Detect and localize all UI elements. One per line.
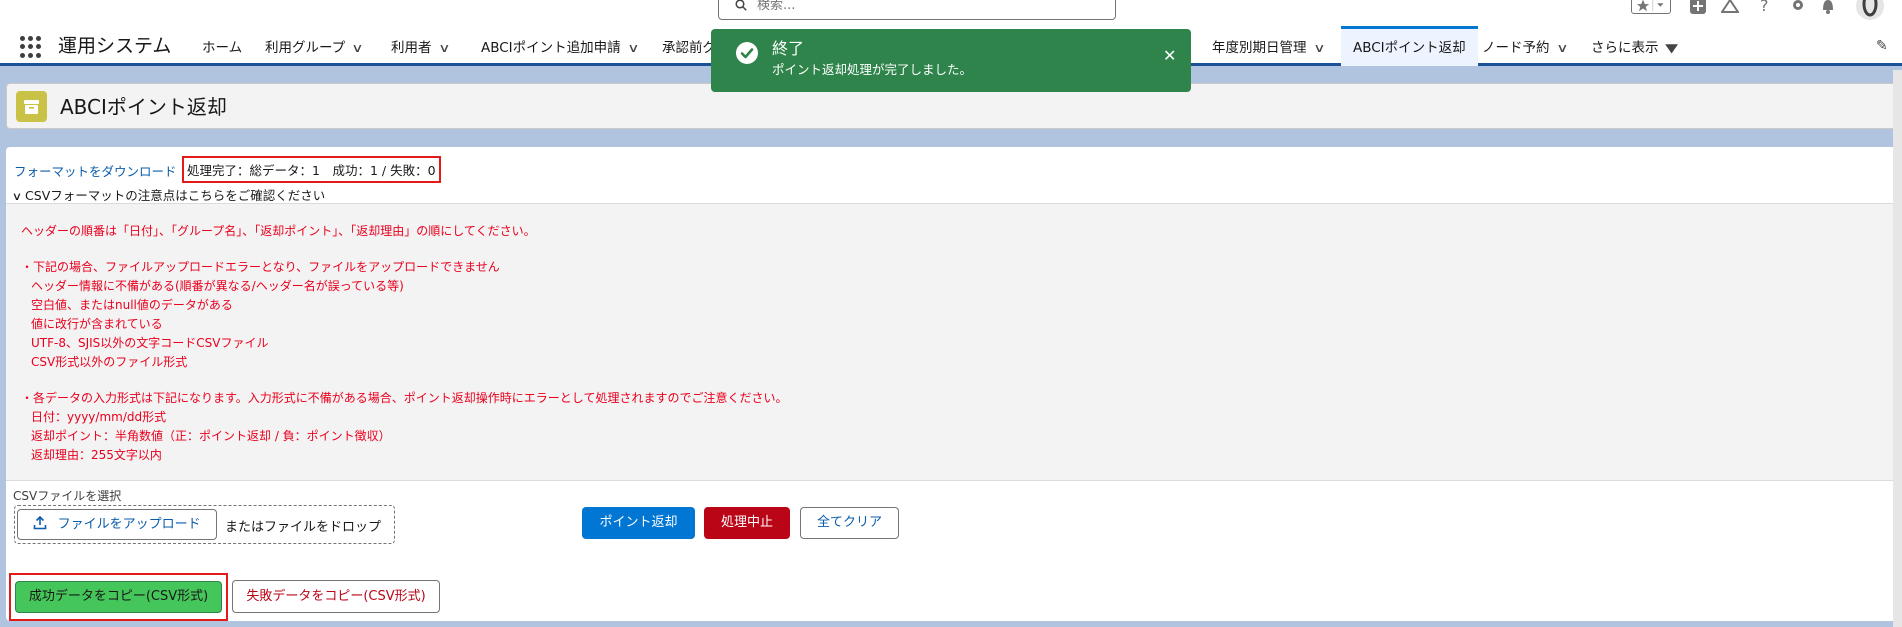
tab-label: 利用グループ (265, 40, 346, 56)
copy-success-data-button[interactable]: 成功データをコピー(CSV形式) (15, 581, 222, 613)
format-item: 返却ポイント：半角数値（正：ポイント返却 / 負：ポイント徴収） (31, 429, 391, 443)
close-icon[interactable]: ✕ (1163, 47, 1176, 65)
format-item: 返却理由：255文字以内 (31, 448, 162, 462)
toast-message: ポイント返却処理が完了しました。 (772, 62, 973, 77)
app-launcher-icon[interactable] (20, 36, 42, 58)
tab-home[interactable]: ホーム (202, 26, 242, 66)
tab-label: 承認前グ (662, 40, 716, 56)
tab-node-reservation[interactable]: ノード予約 ∨ (1482, 26, 1568, 66)
chevron-down-icon[interactable]: ∨ (438, 26, 450, 70)
gear-icon[interactable] (1790, 0, 1806, 16)
tab-label: ABCIポイント追加申請 (481, 40, 621, 56)
status-row: フォーマットをダウンロード (14, 158, 177, 184)
record-type-icon (16, 91, 47, 122)
chevron-down-icon[interactable]: ∨ (1556, 26, 1568, 70)
trailhead-icon[interactable] (1721, 0, 1739, 16)
upload-error-item: UTF-8、SJIS以外の文字コードCSVファイル (31, 336, 269, 350)
notification-bell-icon[interactable] (1820, 0, 1836, 16)
upload-error-item: ヘッダー情報に不備がある(順番が異なる/ヘッダー名が誤っている等) (31, 279, 404, 293)
upload-error-item: CSV形式以外のファイル形式 (31, 355, 188, 369)
process-result-status: 処理完了：総データ：1 成功：1 / 失敗：0 (182, 156, 441, 183)
file-dropzone[interactable]: ファイルをアップロード またはファイルをドロップ (14, 505, 395, 544)
edit-nav-icon[interactable]: ✎ (1876, 38, 1888, 54)
copy-failure-data-button[interactable]: 失敗データをコピー(CSV形式) (232, 580, 440, 613)
tab-label: ABCIポイント返却 (1353, 40, 1466, 56)
format-item: 日付：yyyy/mm/dd形式 (31, 410, 167, 424)
tab-label: ホーム (202, 40, 243, 56)
chevron-down-icon[interactable]: ∨ (627, 26, 639, 70)
success-toast: 終了 ポイント返却処理が完了しました。 ✕ (711, 29, 1191, 92)
chevron-down-icon[interactable]: ∨ (1313, 26, 1325, 70)
search-placeholder: 検索... (757, 0, 796, 13)
app-name: 運用システム (58, 35, 172, 57)
return-points-button[interactable]: ポイント返却 (582, 507, 695, 539)
tab-pre-approval[interactable]: 承認前グ (662, 26, 716, 66)
tab-label: ノード予約 (1482, 40, 1550, 56)
upload-error-title: ・下記の場合、ファイルアップロードエラーとなり、ファイルをアップロードできません (21, 260, 500, 274)
drop-file-text: またはファイルをドロップ (225, 520, 382, 535)
clear-all-button[interactable]: 全てクリア (800, 507, 899, 539)
download-format-link[interactable]: フォーマットをダウンロード (14, 164, 177, 179)
tab-more[interactable]: さらに表示 ▼ (1591, 26, 1678, 66)
add-icon[interactable] (1690, 0, 1706, 16)
favorites-star-icon[interactable] (1631, 0, 1671, 14)
upload-error-item: 値に改行が含まれている (31, 317, 163, 331)
header-order-note: ヘッダーの順番は「日付」、「グループ名」、「返却ポイント」、「返却理由」の順にし… (21, 224, 536, 238)
tab-label: 利用者 (391, 40, 432, 56)
tab-fiscal-deadline[interactable]: 年度別期日管理 ∨ (1212, 26, 1325, 66)
tab-label: 年度別期日管理 (1212, 40, 1307, 56)
csv-notes-toggle-label: CSVフォーマットの注意点はこちらをご確認ください (25, 188, 326, 203)
caret-down-icon[interactable]: ▼ (1665, 26, 1678, 70)
upload-error-item: 空白値、またはnull値のデータがある (31, 298, 233, 312)
upload-file-button[interactable]: ファイルをアップロード (17, 509, 217, 540)
tab-label: さらに表示 (1591, 40, 1659, 56)
global-search-input[interactable]: 検索... (718, 0, 1116, 20)
toast-title: 終了 (772, 39, 805, 58)
tab-user-groups[interactable]: 利用グループ ∨ (265, 26, 364, 66)
file-upload-label: CSVファイルを選択 (13, 489, 122, 503)
upload-file-button-label: ファイルをアップロード (57, 517, 201, 532)
chevron-down-icon[interactable]: ∨ (351, 26, 363, 70)
abort-process-button[interactable]: 処理中止 (704, 507, 790, 539)
upload-icon (34, 515, 47, 530)
tab-abci-point-add-request[interactable]: ABCIポイント追加申請 ∨ (481, 26, 639, 66)
page-title: ABCIポイント返却 (60, 95, 227, 119)
page-scrollbar[interactable] (1893, 70, 1902, 627)
tab-abci-point-return[interactable]: ABCIポイント返却 (1341, 26, 1478, 66)
format-title: ・各データの入力形式は下記になります。入力形式に不備がある場合、ポイント返却操作… (21, 391, 788, 405)
success-check-icon (736, 42, 758, 64)
tab-users[interactable]: 利用者 ∨ (391, 26, 450, 66)
help-icon[interactable]: ? (1760, 0, 1769, 16)
search-icon (735, 0, 747, 11)
